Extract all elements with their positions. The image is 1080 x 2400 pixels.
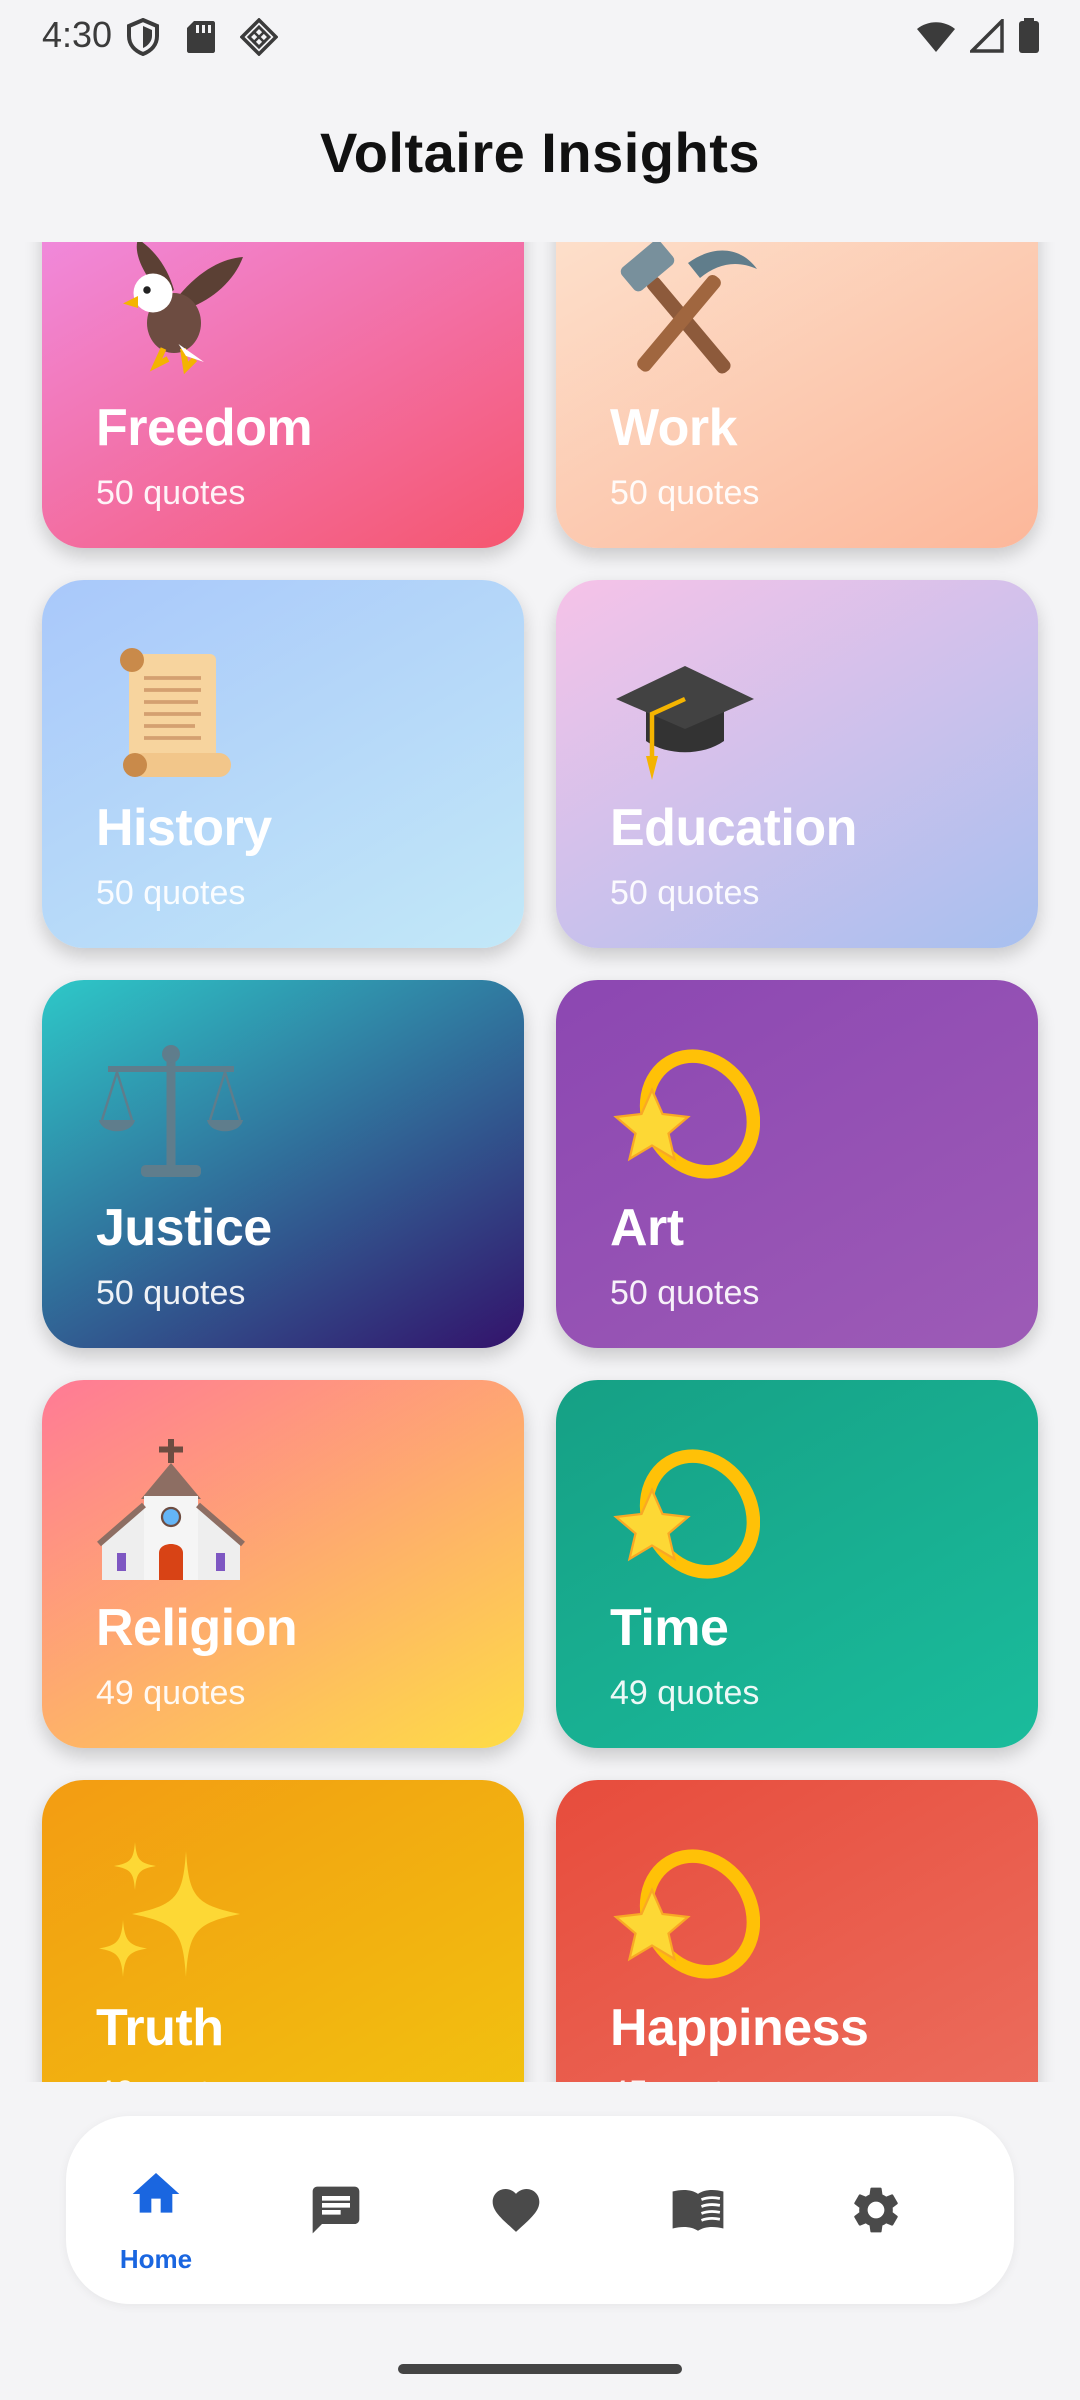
book-icon [672,2190,724,2231]
category-title: Happiness [610,1999,869,2057]
category-card-happiness[interactable]: Happiness 45 quotes [556,1780,1038,2082]
status-bar: 4:30 [0,0,1080,72]
balance-scale-icon [96,1036,246,1186]
battery-icon [1019,18,1039,53]
category-quote-count: 45 quotes [610,2074,759,2082]
heart-icon [492,2189,540,2232]
category-title: Work [610,399,738,457]
category-title: Time [610,1599,729,1657]
category-quote-count: 50 quotes [610,874,760,912]
category-title: Art [610,1199,684,1257]
category-card-work[interactable]: Work 50 quotes [556,242,1038,548]
category-quote-count: 49 quotes [96,1674,246,1712]
eagle-icon [96,242,246,386]
category-quote-count: 50 quotes [96,474,246,512]
shield-icon [127,18,159,56]
signal-icon [970,19,1004,53]
hammer-and-pick-icon [610,242,760,386]
scroll-icon [96,636,246,786]
dizzy-star-icon [610,1036,761,1186]
category-quote-count: 49 quotes [610,1674,760,1712]
category-title: Truth [96,1999,224,2057]
category-card-education[interactable]: Education 50 quotes [556,580,1038,948]
church-icon [96,1436,246,1586]
category-card-art[interactable]: Art 50 quotes [556,980,1038,1348]
bottom-nav-area: Home [0,2082,1080,2338]
category-quote-count: 50 quotes [610,474,760,512]
category-quote-count: 50 quotes [610,1274,760,1312]
category-title: Freedom [96,399,313,457]
sd-card-icon [187,21,215,53]
wifi-icon [917,22,955,52]
category-card-freedom[interactable]: Freedom 50 quotes [42,242,524,548]
home-icon [132,2173,180,2213]
category-card-time[interactable]: Time 49 quotes [556,1380,1038,1748]
dizzy-star-icon [610,1836,761,1986]
category-card-religion[interactable]: Religion 49 quotes [42,1380,524,1748]
category-card-justice[interactable]: Justice 50 quotes [42,980,524,1348]
category-grid-viewport[interactable]: Freedom 50 quotes Work 50 quotes History 50… [0,242,1080,2082]
category-title: History [96,799,272,857]
status-time: 4:30 [42,14,113,55]
category-title: Justice [96,1199,272,1257]
chat-icon [312,2186,360,2234]
gear-icon [854,2187,898,2233]
category-card-truth[interactable]: Truth 46 quotes [42,1780,524,2082]
screen: 4:30 Voltaire Insights Freedom 50 quotes… [0,0,1080,2400]
category-quote-count: 50 quotes [96,1274,246,1312]
graduation-cap-icon [610,636,760,786]
sparkles-icon [96,1836,246,1986]
nav-label-home: Home [119,2244,193,2274]
category-card-history[interactable]: History 50 quotes [42,580,524,948]
home-indicator[interactable] [398,2364,682,2374]
nav-item-favorites[interactable] [426,2116,606,2304]
category-quote-count: 50 quotes [96,874,246,912]
nav-item-library[interactable] [606,2116,786,2304]
category-title: Religion [96,1599,298,1657]
nav-item-settings[interactable] [786,2116,966,2304]
dizzy-star-icon [610,1436,761,1586]
category-quote-count: 46 quotes [96,2074,245,2082]
status-right-icons [916,18,1040,54]
bottom-nav: Home [66,2116,1014,2304]
page-title: Voltaire Insights [320,121,760,184]
category-title: Education [610,799,857,857]
nav-item-home[interactable]: Home [66,2116,246,2304]
nav-item-chat[interactable] [246,2116,426,2304]
diamond-grid-icon [240,18,278,56]
